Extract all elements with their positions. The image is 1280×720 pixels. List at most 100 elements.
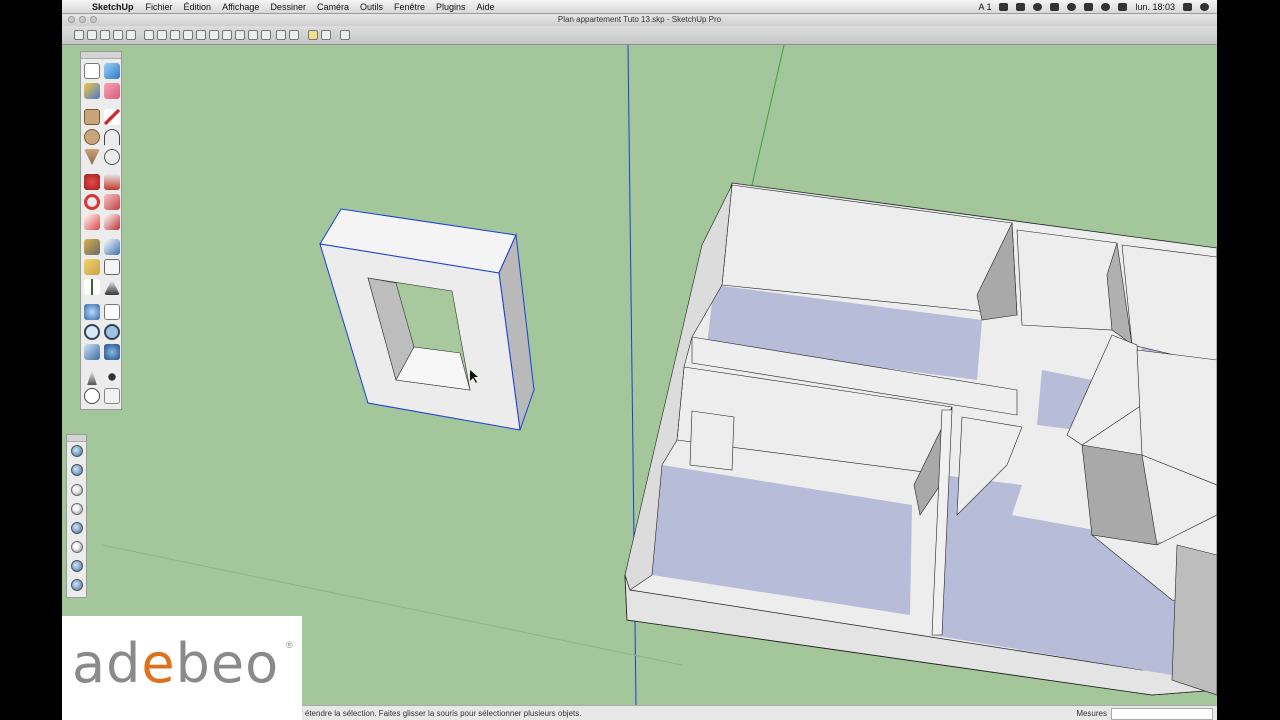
- zoom-icon[interactable]: [84, 324, 100, 340]
- menubar-status-area: A 1 lun. 18:03: [978, 0, 1209, 13]
- freehand-icon[interactable]: [104, 149, 120, 165]
- menu-dessiner[interactable]: Dessiner: [270, 2, 306, 12]
- toolbar-select-icon[interactable]: [74, 30, 84, 40]
- display-icon[interactable]: [1050, 2, 1060, 11]
- scale-icon[interactable]: [84, 214, 100, 230]
- camera-icon[interactable]: [999, 2, 1009, 11]
- toolbar-pencil-icon[interactable]: [100, 30, 110, 40]
- menu-outils[interactable]: Outils: [360, 2, 383, 12]
- menu-aide[interactable]: Aide: [477, 2, 495, 12]
- arc-icon[interactable]: [104, 129, 120, 145]
- toolbar-move-icon[interactable]: [157, 30, 167, 40]
- toolbar-zoom-extents-icon[interactable]: [261, 30, 271, 40]
- menu-affichage[interactable]: Affichage: [222, 2, 259, 12]
- menu-fichier[interactable]: Fichier: [146, 2, 173, 12]
- minimize-window-icon[interactable]: [79, 16, 86, 23]
- menu-fenetre[interactable]: Fenêtre: [394, 2, 425, 12]
- top-view-icon[interactable]: [71, 464, 83, 476]
- polygon-icon[interactable]: [84, 149, 100, 165]
- sync-icon[interactable]: [1033, 2, 1043, 11]
- clock-icon[interactable]: [1067, 2, 1077, 11]
- select-icon[interactable]: [84, 63, 100, 79]
- dimension-icon[interactable]: [104, 239, 120, 255]
- back-view-icon[interactable]: [71, 522, 83, 534]
- rotate-icon[interactable]: [84, 194, 100, 210]
- menu-camera[interactable]: Caméra: [317, 2, 349, 12]
- perspective-icon[interactable]: [71, 579, 83, 591]
- menubar-clock[interactable]: lun. 18:03: [1135, 2, 1175, 12]
- menu-edition[interactable]: Édition: [184, 2, 212, 12]
- registered-mark: ®: [286, 640, 293, 650]
- offset-icon[interactable]: [104, 214, 120, 230]
- toolbar-tape-icon[interactable]: [209, 30, 219, 40]
- views-palette: [66, 434, 87, 598]
- toolbar-rotate-icon[interactable]: [170, 30, 180, 40]
- toolbar-share-model-icon[interactable]: [289, 30, 299, 40]
- toolbar-eraser-icon[interactable]: [87, 30, 97, 40]
- toolbar-orbit-icon[interactable]: [222, 30, 232, 40]
- large-tool-set-palette: [80, 51, 122, 410]
- line-icon[interactable]: [104, 109, 120, 125]
- walk-icon[interactable]: [104, 369, 120, 385]
- look-around-icon[interactable]: [84, 388, 100, 404]
- time-machine-icon[interactable]: [1016, 2, 1026, 11]
- bottom-view-icon[interactable]: [71, 560, 83, 572]
- front-view-icon[interactable]: [71, 484, 83, 496]
- text-icon[interactable]: [104, 259, 120, 275]
- toolbar-zoom-icon[interactable]: [248, 30, 258, 40]
- toolbar-scale-icon[interactable]: [183, 30, 193, 40]
- user-icon[interactable]: [1183, 2, 1192, 11]
- adebeo-logo: adebeo ®: [62, 616, 302, 720]
- component-icon[interactable]: [104, 63, 120, 79]
- flag-icon[interactable]: [1118, 2, 1128, 11]
- menu-plugins[interactable]: Plugins: [436, 2, 466, 12]
- previous-view-icon[interactable]: [104, 344, 120, 360]
- position-camera-icon[interactable]: [87, 369, 97, 385]
- green-axis: [751, 45, 785, 186]
- status-hint-text: r étendre la sélection. Faites glisser l…: [300, 709, 582, 718]
- protractor-icon[interactable]: [84, 259, 100, 275]
- spotlight-search-icon[interactable]: [1200, 2, 1209, 11]
- tape-measure-icon[interactable]: [84, 239, 100, 255]
- input-source-indicator[interactable]: A 1: [978, 2, 991, 12]
- toolbar-warehouse-icon[interactable]: [276, 30, 286, 40]
- rectangle-icon[interactable]: [84, 109, 100, 125]
- model-viewport[interactable]: [62, 45, 1217, 705]
- close-window-icon[interactable]: [68, 16, 75, 23]
- toolbar-extension-icon[interactable]: [340, 30, 350, 40]
- circle-icon[interactable]: [84, 129, 100, 145]
- volume-icon[interactable]: [1084, 2, 1094, 11]
- right-view-icon[interactable]: [71, 503, 83, 515]
- iso-view-icon[interactable]: [71, 445, 83, 457]
- menu-app-name[interactable]: SketchUp: [92, 2, 134, 12]
- toolbar-rectangle-icon[interactable]: [113, 30, 123, 40]
- apartment-plan-model: [624, 182, 1217, 696]
- zoom-extents-icon[interactable]: [84, 344, 100, 360]
- measurements-input[interactable]: [1111, 708, 1213, 720]
- zoom-window-icon[interactable]: [104, 324, 120, 340]
- toolbar-pan-icon[interactable]: [235, 30, 245, 40]
- toolbar-offset-icon[interactable]: [196, 30, 206, 40]
- paint-bucket-icon[interactable]: [84, 83, 100, 99]
- toolbar-house-icon[interactable]: [126, 30, 136, 40]
- palette-grip[interactable]: [81, 52, 121, 59]
- pan-icon[interactable]: [104, 304, 120, 320]
- follow-me-icon[interactable]: [104, 194, 120, 210]
- window-titlebar: Plan appartement Tuto 13.skp - SketchUp …: [62, 14, 1217, 26]
- left-view-icon[interactable]: [71, 541, 83, 553]
- move-icon[interactable]: [84, 174, 100, 190]
- toolbar-push-pull-icon[interactable]: [144, 30, 154, 40]
- 3d-text-icon[interactable]: [104, 279, 120, 295]
- toolbar-components-icon[interactable]: [308, 30, 318, 40]
- window-title: Plan appartement Tuto 13.skp - SketchUp …: [557, 15, 722, 24]
- axes-icon[interactable]: [84, 279, 100, 295]
- macos-menubar: SketchUp Fichier Édition Affichage Dessi…: [62, 0, 1217, 14]
- orbit-icon[interactable]: [84, 304, 100, 320]
- push-pull-icon[interactable]: [104, 174, 120, 190]
- wifi-icon[interactable]: [1101, 2, 1111, 11]
- zoom-window-icon[interactable]: [90, 16, 97, 23]
- section-plane-icon[interactable]: [104, 388, 120, 404]
- views-palette-grip[interactable]: [67, 435, 86, 442]
- eraser-icon[interactable]: [104, 83, 120, 99]
- toolbar-styles-icon[interactable]: [321, 30, 331, 40]
